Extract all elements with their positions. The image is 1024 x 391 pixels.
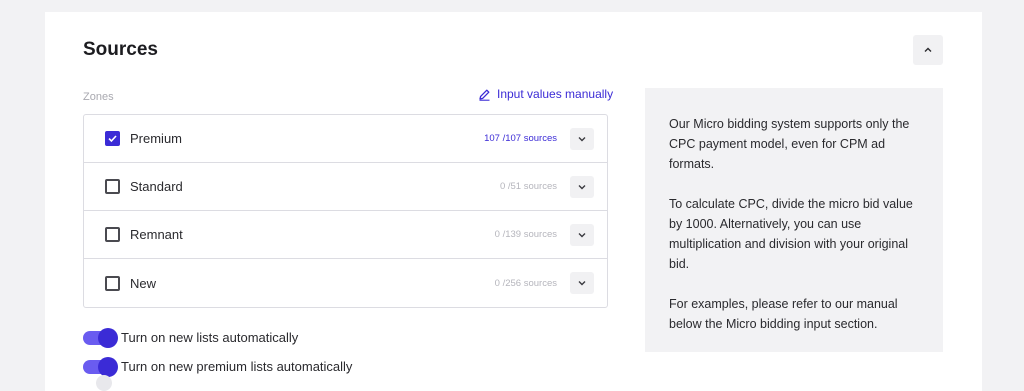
zone-name: Standard	[130, 179, 183, 194]
section-title: Sources	[83, 39, 158, 60]
toggle-label: Turn on new premium lists automatically	[121, 359, 353, 374]
pencil-icon	[479, 89, 490, 101]
expand-button-premium[interactable]	[570, 127, 594, 150]
zone-source-count: 107 /107 sources	[484, 133, 557, 144]
zone-source-count: 0 /256 sources	[494, 277, 557, 289]
toggle-row-new-premium-lists: Turn on new premium lists automatically	[83, 356, 353, 377]
chevron-down-icon	[578, 281, 586, 286]
info-paragraph: To calculate CPC, divide the micro bid v…	[669, 197, 913, 271]
zone-checkbox-premium[interactable]	[105, 131, 120, 146]
zone-name: Premium	[130, 131, 183, 146]
zones-label: Zones	[83, 91, 114, 103]
zone-row-premium: Premium 107 /107 sources	[84, 115, 607, 163]
auto-new-premium-lists-toggle[interactable]	[83, 356, 118, 377]
sources-card: Sources Zones Input values manually Prem…	[45, 12, 982, 391]
collapse-button[interactable]	[913, 35, 943, 65]
expand-button-new[interactable]	[570, 272, 594, 294]
zone-source-count: 0 /51 sources	[499, 181, 557, 192]
zone-source-count: 0 /139 sources	[494, 229, 557, 240]
zone-row-new: New 0 /256 sources	[84, 259, 607, 307]
zone-row-standard: Standard 0 /51 sources	[84, 163, 607, 211]
expand-button-standard[interactable]	[570, 175, 594, 198]
manual-link-label: Input values manually	[497, 87, 614, 101]
toggle-row-new-lists: Turn on new lists automatically	[83, 327, 299, 348]
info-paragraph: For examples, please refer to our manual…	[669, 297, 898, 331]
info-paragraph: Our Micro bidding system supports only t…	[669, 117, 910, 171]
zone-name: New	[130, 275, 157, 291]
chevron-down-icon	[578, 136, 586, 141]
micro-bidding-info-box: Our Micro bidding system supports only t…	[645, 88, 943, 352]
partially-visible-toggle-knob[interactable]	[96, 375, 112, 391]
auto-new-lists-toggle[interactable]	[83, 327, 118, 348]
check-icon	[108, 135, 117, 143]
toggle-label: Turn on new lists automatically	[121, 330, 299, 345]
zone-checkbox-new[interactable]	[105, 275, 120, 291]
zone-checkbox-standard[interactable]	[105, 179, 120, 194]
zones-list: Premium 107 /107 sources Standard 0 /51 …	[83, 114, 608, 308]
chevron-up-icon	[924, 47, 932, 52]
zone-checkbox-remnant[interactable]	[105, 227, 120, 242]
expand-button-remnant[interactable]	[570, 223, 594, 246]
toggle-knob	[98, 327, 118, 348]
chevron-down-icon	[578, 184, 586, 189]
zone-row-remnant: Remnant 0 /139 sources	[84, 211, 607, 259]
toggle-knob	[98, 356, 118, 377]
input-values-manually-link[interactable]: Input values manually	[478, 87, 613, 101]
chevron-down-icon	[578, 232, 586, 237]
zone-name: Remnant	[130, 227, 183, 242]
